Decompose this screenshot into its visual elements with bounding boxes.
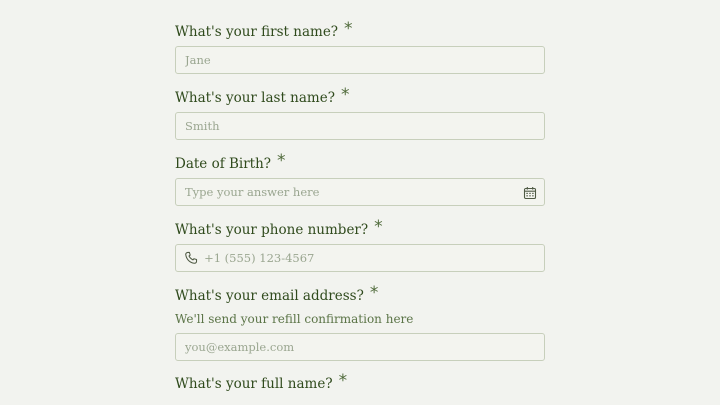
last-name-field: What's your last name? * — [175, 85, 545, 140]
last-name-label-row: What's your last name? * — [175, 85, 545, 110]
last-name-label: What's your last name? — [175, 90, 335, 106]
required-asterisk: * — [344, 19, 353, 39]
phone-field: What's your phone number? * — [175, 217, 545, 272]
required-asterisk: * — [374, 217, 383, 237]
required-asterisk: * — [338, 371, 348, 391]
last-name-input-box[interactable] — [175, 112, 545, 140]
calendar-icon[interactable] — [523, 185, 537, 200]
dob-label: Date of Birth? — [175, 156, 272, 172]
first-name-field: What's your first name? * — [175, 19, 545, 74]
email-input-box[interactable] — [175, 333, 545, 361]
email-label: What's your email address? — [175, 288, 364, 304]
first-name-input[interactable] — [185, 53, 544, 67]
email-label-row: What's your email address? * — [175, 283, 545, 308]
phone-input-box[interactable] — [175, 244, 545, 272]
phone-input[interactable] — [204, 251, 544, 265]
email-field: What's your email address? * We'll send … — [175, 283, 545, 361]
phone-icon — [183, 250, 198, 266]
dob-input-box[interactable] — [175, 178, 545, 206]
dob-field: Date of Birth? * — [175, 151, 545, 206]
first-name-label: What's your first name? — [175, 24, 339, 40]
required-asterisk: * — [340, 85, 350, 105]
full-name-label: What's your full name? — [175, 376, 333, 392]
dob-label-row: Date of Birth? * — [175, 151, 545, 176]
dob-input[interactable] — [185, 185, 544, 199]
first-name-label-row: What's your first name? * — [175, 19, 545, 44]
required-asterisk: * — [369, 283, 379, 303]
phone-label-row: What's your phone number? * — [175, 217, 545, 242]
email-input[interactable] — [185, 340, 544, 354]
required-asterisk: * — [277, 151, 286, 171]
email-helper-text: We'll send your refill confirmation here — [175, 312, 414, 326]
first-name-input-box[interactable] — [175, 46, 545, 74]
last-name-input[interactable] — [185, 119, 544, 133]
phone-label: What's your phone number? — [175, 222, 369, 238]
full-name-field: What's your full name? * — [175, 371, 545, 396]
full-name-label-row: What's your full name? * — [175, 371, 545, 396]
